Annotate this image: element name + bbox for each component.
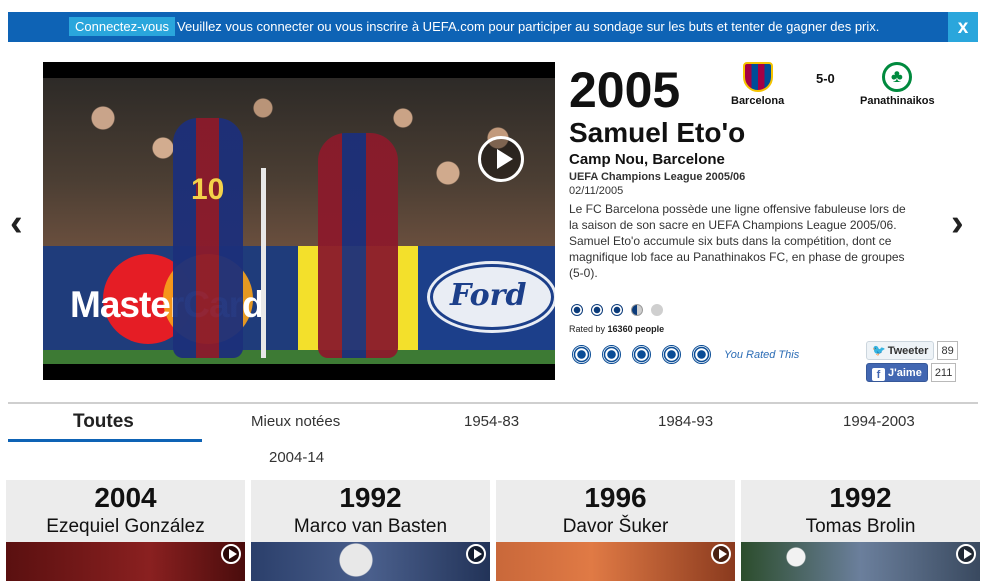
card-year: 1992: [339, 482, 402, 513]
match-date: 02/11/2005: [569, 185, 624, 197]
rating-ball-icon: [591, 304, 603, 316]
next-arrow-icon[interactable]: ›: [951, 204, 964, 242]
play-icon[interactable]: [956, 544, 976, 564]
corner-flag: [261, 168, 266, 358]
match-score: 5-0: [816, 71, 835, 86]
scorer-name: Samuel Eto'o: [569, 117, 746, 148]
play-icon[interactable]: [711, 544, 731, 564]
home-team: Barcelona: [731, 95, 785, 107]
tab-top-rated[interactable]: Mieux notées: [251, 413, 340, 430]
tweet-button[interactable]: 🐦 Tweeter: [866, 341, 935, 360]
card-thumbnail: [496, 542, 735, 581]
tab-1994-2003[interactable]: 1994-2003: [843, 413, 915, 430]
card-thumbnail: [6, 542, 245, 581]
rate-ball-2-icon[interactable]: [602, 345, 621, 364]
login-banner: Connectez-vous Veuillez vous connecter o…: [8, 12, 978, 42]
goal-card[interactable]: 1992 Marco van Basten: [251, 480, 490, 581]
tweet-widget: 🐦 Tweeter 89: [866, 341, 958, 360]
rate-ball-5-icon[interactable]: [692, 345, 711, 364]
barcelona-crest-icon: [743, 62, 773, 92]
tab-1984-93[interactable]: 1984-93: [658, 413, 713, 430]
goal-card[interactable]: 1996 Davor Šuker: [496, 480, 735, 581]
facebook-icon: f: [872, 368, 885, 381]
average-rating: [571, 304, 671, 318]
rating-ball-icon: [571, 304, 583, 316]
goal-description: Le FC Barcelona possède une ligne offens…: [569, 202, 906, 280]
card-year: 2004: [94, 482, 157, 513]
play-icon[interactable]: [221, 544, 241, 564]
close-banner-button[interactable]: x: [948, 12, 978, 42]
goal-year: 2005: [569, 62, 681, 118]
active-tab-underline: [8, 439, 202, 442]
rate-this-goal: [572, 345, 722, 365]
rated-by: Rated by 16360 people: [569, 324, 665, 334]
like-count: 211: [930, 363, 957, 382]
like-widget: f J'aime 211: [866, 363, 957, 382]
card-year: 1996: [584, 482, 647, 513]
card-thumbnail: [251, 542, 490, 581]
twitter-bird-icon: 🐦: [872, 345, 886, 357]
away-team: Panathinaikos: [860, 95, 935, 107]
venue: Camp Nou, Barcelone: [569, 151, 725, 168]
goal-card[interactable]: 2004 Ezequiel González: [6, 480, 245, 581]
pitch: [43, 350, 555, 364]
tab-2004-14[interactable]: 2004-14: [269, 449, 324, 466]
banner-message: Veuillez vous connecter ou vous inscrire…: [177, 19, 880, 34]
card-thumbnail: [741, 542, 980, 581]
tab-1954-83[interactable]: 1954-83: [464, 413, 519, 430]
video-player[interactable]: MasterCard Ford 10: [43, 62, 555, 380]
ford-logo: Ford: [450, 278, 527, 313]
card-year: 1992: [829, 482, 892, 513]
divider: [8, 402, 978, 404]
card-player: Ezequiel González: [46, 516, 205, 537]
rating-ball-icon: [631, 304, 643, 316]
prev-arrow-icon[interactable]: ‹: [10, 204, 23, 242]
ford-ad: Ford: [418, 246, 555, 356]
play-icon[interactable]: [478, 136, 524, 182]
tweet-count: 89: [937, 341, 958, 360]
like-button[interactable]: f J'aime: [866, 363, 928, 382]
rating-ball-icon: [651, 304, 663, 316]
rating-ball-icon: [611, 304, 623, 316]
play-icon[interactable]: [466, 544, 486, 564]
mastercard-ad: MasterCard: [43, 246, 298, 356]
panathinaikos-crest-icon: [882, 62, 912, 92]
rate-ball-3-icon[interactable]: [632, 345, 651, 364]
card-player: Tomas Brolin: [805, 516, 916, 537]
video-frame: MasterCard Ford 10: [43, 78, 555, 364]
card-player: Marco van Basten: [293, 516, 448, 537]
login-button[interactable]: Connectez-vous: [69, 17, 175, 36]
competition: UEFA Champions League 2005/06: [569, 171, 746, 183]
player-ronaldinho: [173, 118, 243, 358]
tab-all[interactable]: Toutes: [73, 411, 134, 433]
rate-ball-4-icon[interactable]: [662, 345, 681, 364]
shirt-number: 10: [191, 173, 225, 206]
rate-ball-1-icon[interactable]: [572, 345, 591, 364]
goal-card[interactable]: 1992 Tomas Brolin: [741, 480, 980, 581]
player-etoo: [318, 133, 398, 358]
page: Connectez-vous Veuillez vous connecter o…: [0, 0, 985, 581]
you-rated-label: You Rated This: [724, 349, 800, 361]
rating-count: 16360 people: [607, 324, 665, 334]
card-player: Davor Šuker: [562, 516, 669, 537]
